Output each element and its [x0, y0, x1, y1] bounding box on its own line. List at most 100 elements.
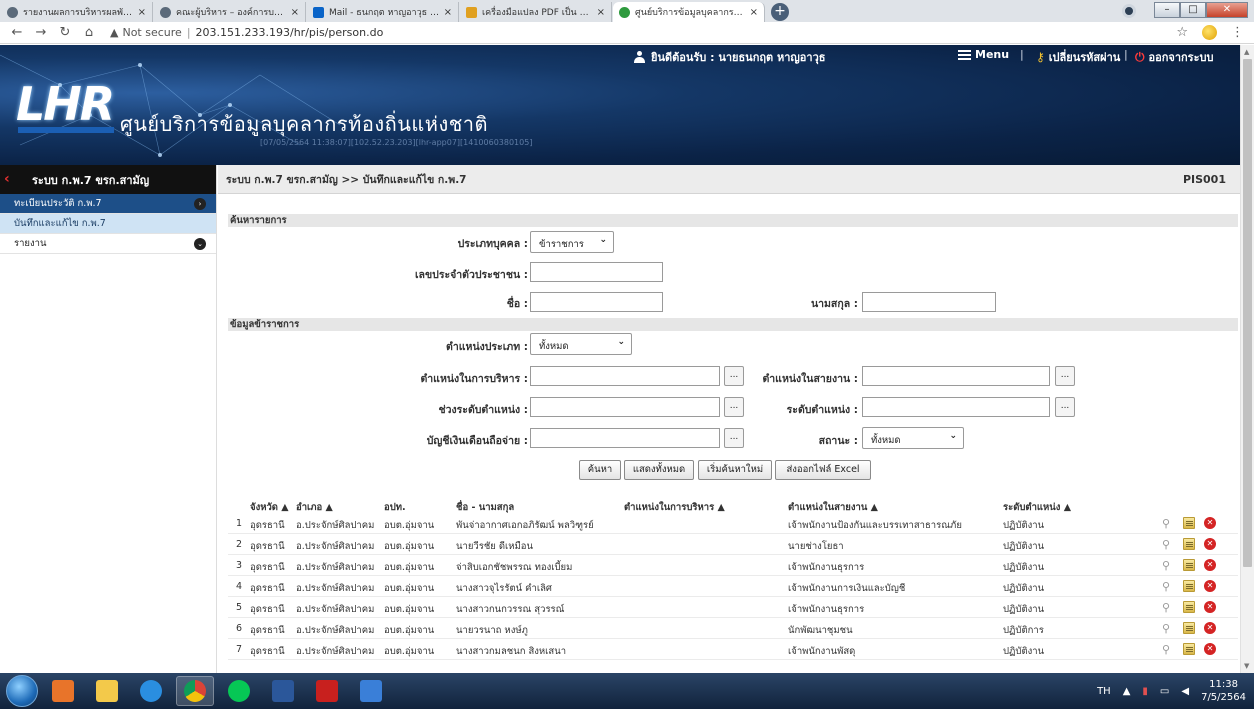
- taskbar-acrobat[interactable]: [308, 676, 346, 706]
- menu-button[interactable]: Menu: [958, 48, 1009, 61]
- browser-tab-5-active[interactable]: ศูนย์บริการข้อมูลบุคลากรท้องถิ่นแห่งช×: [613, 2, 765, 22]
- status-select[interactable]: ทั้งหมด ⌄: [862, 427, 964, 449]
- view-magnifier-icon[interactable]: ⚲: [1162, 622, 1174, 635]
- edit-icon[interactable]: [1183, 622, 1195, 634]
- table-row[interactable]: 1 อุดรธานี อ.ประจักษ์ศิลปาคม อบต.อุ่มจาน พัน…: [228, 513, 1238, 534]
- show-all-button[interactable]: แสดงทั้งหมด: [624, 460, 694, 480]
- table-row[interactable]: 4 อุดรธานี อ.ประจักษ์ศิลปาคม อบต.อุ่มจาน นาง…: [228, 576, 1238, 597]
- table-row[interactable]: 5 อุดรธานี อ.ประจักษ์ศิลปาคม อบต.อุ่มจาน นาง…: [228, 597, 1238, 618]
- view-magnifier-icon[interactable]: ⚲: [1162, 643, 1174, 656]
- minimize-button[interactable]: –: [1154, 2, 1180, 18]
- volume-icon[interactable]: ◀: [1181, 686, 1189, 697]
- sidebar-item-report[interactable]: รายงาน ⌄: [0, 234, 216, 254]
- logout-link[interactable]: ⏻ ออกจากระบบ: [1135, 48, 1213, 66]
- warning-icon[interactable]: ▲: [110, 26, 118, 39]
- delete-icon[interactable]: ✕: [1204, 538, 1216, 550]
- taskbar-internet-explorer[interactable]: [132, 676, 170, 706]
- scrollbar-thumb[interactable]: [1243, 59, 1252, 567]
- back-arrow-icon[interactable]: ←: [8, 25, 26, 40]
- window-close-button[interactable]: ✕: [1206, 2, 1248, 18]
- delete-icon[interactable]: ✕: [1204, 580, 1216, 592]
- kebab-menu-icon[interactable]: ⋮: [1231, 25, 1244, 40]
- view-magnifier-icon[interactable]: ⚲: [1162, 517, 1174, 530]
- lhr-logo[interactable]: LHR: [16, 77, 115, 131]
- salary-account-input[interactable]: [530, 428, 720, 448]
- profile-icon[interactable]: [1122, 4, 1136, 18]
- close-icon[interactable]: ×: [138, 7, 146, 18]
- browser-tab-4[interactable]: เครื่องมือแปลง PDF เป็น Word - ฟรี×: [460, 2, 612, 22]
- clock[interactable]: 11:38 7/5/2564: [1201, 678, 1246, 704]
- table-row[interactable]: 3 อุดรธานี อ.ประจักษ์ศิลปาคม อบต.อุ่มจาน จ่า…: [228, 555, 1238, 576]
- reload-icon[interactable]: ↻: [56, 25, 74, 40]
- close-icon[interactable]: ×: [444, 7, 452, 18]
- edit-icon[interactable]: [1183, 580, 1195, 592]
- line-position-picker-button[interactable]: ...: [1055, 366, 1075, 386]
- view-magnifier-icon[interactable]: ⚲: [1162, 580, 1174, 593]
- table-row[interactable]: 2 อุดรธานี อ.ประจักษ์ศิลปาคม อบต.อุ่มจาน นาย…: [228, 534, 1238, 555]
- admin-position-input[interactable]: [530, 366, 720, 386]
- scroll-up-icon[interactable]: ▲: [1244, 48, 1249, 56]
- start-button[interactable]: [6, 675, 38, 707]
- export-excel-button[interactable]: ส่งออกไฟล์ Excel: [775, 460, 871, 480]
- edit-icon[interactable]: [1183, 601, 1195, 613]
- maximize-button[interactable]: □: [1180, 2, 1206, 18]
- delete-icon[interactable]: ✕: [1204, 559, 1216, 571]
- delete-icon[interactable]: ✕: [1204, 622, 1216, 634]
- delete-icon[interactable]: ✕: [1204, 601, 1216, 613]
- not-secure-label[interactable]: Not secure: [122, 26, 181, 39]
- taskbar-chrome[interactable]: [176, 676, 214, 706]
- taskbar-word[interactable]: [264, 676, 302, 706]
- browser-tab-1[interactable]: รายงานผลการบริหารผลพัฒนาทรัพยา×: [1, 2, 153, 22]
- reset-search-button[interactable]: เริ่มค้นหาใหม่: [698, 460, 772, 480]
- position-type-select[interactable]: ทั้งหมด ⌄: [530, 333, 632, 355]
- first-name-input[interactable]: [530, 292, 663, 312]
- sidebar-item-profile-registry[interactable]: ทะเบียนประวัติ ก.พ.7 ›: [0, 194, 216, 214]
- view-magnifier-icon[interactable]: ⚲: [1162, 559, 1174, 572]
- delete-icon[interactable]: ✕: [1204, 643, 1216, 655]
- scroll-down-icon[interactable]: ▼: [1244, 662, 1249, 670]
- salary-account-picker-button[interactable]: ...: [724, 428, 744, 448]
- taskbar-media-player[interactable]: [44, 676, 82, 706]
- browser-tab-2[interactable]: คณะผู้บริหาร – องค์การบริหารส่วนตำบ×: [154, 2, 306, 22]
- home-icon[interactable]: ⌂: [80, 25, 98, 40]
- edit-icon[interactable]: [1183, 538, 1195, 550]
- extension-icon[interactable]: [1202, 25, 1217, 40]
- taskbar-file-explorer[interactable]: [88, 676, 126, 706]
- acrobat-tray-icon[interactable]: ▮: [1142, 686, 1148, 697]
- taskbar-line[interactable]: [220, 676, 258, 706]
- person-type-select[interactable]: ข้าราชการ ⌄: [530, 231, 614, 253]
- change-password-link[interactable]: ⚷ เปลี่ยนรหัสผ่าน: [1036, 48, 1120, 66]
- browser-tab-3[interactable]: Mail - ธนกฤต หาญอาวุธ - Outlook×: [307, 2, 459, 22]
- forward-arrow-icon[interactable]: →: [32, 25, 50, 40]
- sidebar-header[interactable]: ‹ ระบบ ก.พ.7 ขรก.สามัญ: [0, 165, 216, 194]
- url-input[interactable]: 203.151.233.193/hr/pis/person.do: [196, 26, 384, 39]
- chevron-left-icon[interactable]: ‹: [4, 171, 10, 187]
- edit-icon[interactable]: [1183, 559, 1195, 571]
- taskbar-app[interactable]: [352, 676, 390, 706]
- view-magnifier-icon[interactable]: ⚲: [1162, 601, 1174, 614]
- delete-icon[interactable]: ✕: [1204, 517, 1216, 529]
- star-icon[interactable]: ☆: [1176, 25, 1188, 40]
- close-icon[interactable]: ×: [291, 7, 299, 18]
- page-scrollbar[interactable]: ▲ ▼: [1240, 45, 1254, 673]
- edit-icon[interactable]: [1183, 643, 1195, 655]
- language-indicator[interactable]: TH: [1097, 686, 1111, 697]
- level-range-input[interactable]: [530, 397, 720, 417]
- sidebar-item-edit-kp7[interactable]: บันทึกและแก้ไข ก.พ.7: [0, 214, 216, 234]
- line-position-input[interactable]: [862, 366, 1050, 386]
- tray-arrow-icon[interactable]: ▲: [1123, 686, 1131, 697]
- site-favicon-icon: [619, 6, 630, 18]
- network-icon[interactable]: ▭: [1160, 686, 1169, 697]
- level-input[interactable]: [862, 397, 1050, 417]
- new-tab-button[interactable]: +: [771, 3, 789, 21]
- table-row[interactable]: 7 อุดรธานี อ.ประจักษ์ศิลปาคม อบต.อุ่มจาน นาง…: [228, 639, 1238, 660]
- edit-icon[interactable]: [1183, 517, 1195, 529]
- last-name-input[interactable]: [862, 292, 996, 312]
- close-icon[interactable]: ×: [750, 7, 758, 18]
- level-picker-button[interactable]: ...: [1055, 397, 1075, 417]
- table-row[interactable]: 6 อุดรธานี อ.ประจักษ์ศิลปาคม อบต.อุ่มจาน นาย…: [228, 618, 1238, 639]
- close-icon[interactable]: ×: [597, 7, 605, 18]
- search-button[interactable]: ค้นหา: [579, 460, 621, 480]
- view-magnifier-icon[interactable]: ⚲: [1162, 538, 1174, 551]
- citizen-id-input[interactable]: [530, 262, 663, 282]
